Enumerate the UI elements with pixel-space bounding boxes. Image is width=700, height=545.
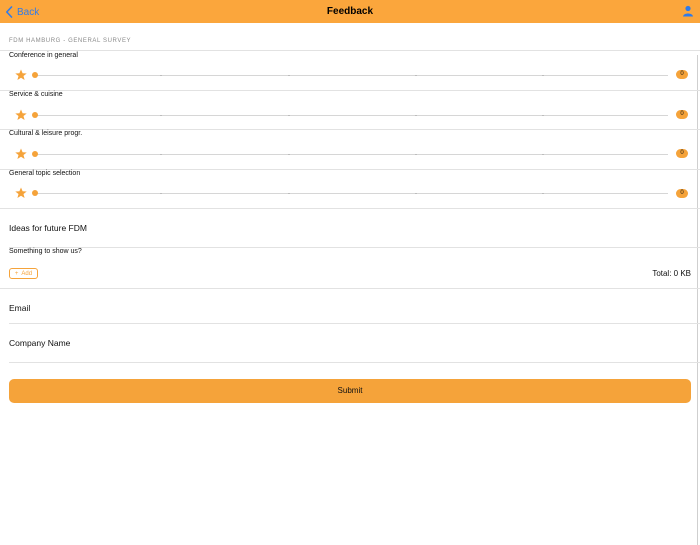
rating-label-cultural: Cultural & leisure progr. <box>9 130 83 137</box>
navigation-bar: Back Feedback <box>0 0 700 23</box>
rating-slider-service[interactable] <box>35 115 668 116</box>
star-icon <box>15 69 27 80</box>
rating-label-service: Service & cuisine <box>9 91 63 98</box>
rating-slider-conference[interactable] <box>35 75 668 76</box>
divider <box>0 90 700 91</box>
feedback-form: FDM HAMBURG - GENERAL SURVEY Conference … <box>0 23 700 545</box>
section-header: FDM HAMBURG - GENERAL SURVEY <box>9 38 132 44</box>
divider <box>0 50 700 51</box>
slider-tick <box>542 193 544 194</box>
slider-tick <box>415 193 417 194</box>
rating-label-conference: Conference in general <box>9 52 78 59</box>
rating-slider-cultural[interactable] <box>35 154 668 155</box>
slider-tick <box>288 154 290 155</box>
page-title: Feedback <box>326 6 374 17</box>
company-name-field[interactable]: Company Name <box>9 338 70 348</box>
star-icon <box>15 109 27 120</box>
slider-tick <box>415 115 417 116</box>
email-field[interactable]: Email <box>9 303 30 313</box>
plus-icon: + <box>14 270 19 277</box>
slider-tick <box>288 193 290 194</box>
add-label: Add <box>21 270 33 277</box>
user-icon[interactable] <box>682 5 694 17</box>
rating-value-badge: 0 <box>676 70 688 79</box>
slider-tick <box>542 115 544 116</box>
slider-tick <box>160 115 162 116</box>
divider <box>0 288 700 289</box>
attachments-total: Total: 0 KB <box>652 269 691 278</box>
rating-value-badge: 0 <box>676 110 688 119</box>
rating-value-badge: 0 <box>676 189 688 198</box>
slider-tick <box>160 154 162 155</box>
slider-thumb[interactable] <box>32 151 38 157</box>
slider-tick <box>415 75 417 76</box>
add-attachment-button[interactable]: + Add <box>9 268 38 279</box>
slider-tick <box>160 75 162 76</box>
slider-thumb[interactable] <box>32 72 38 78</box>
slider-tick <box>415 154 417 155</box>
ideas-field[interactable]: Ideas for future FDM <box>9 223 87 233</box>
divider <box>0 129 700 130</box>
slider-tick <box>288 115 290 116</box>
divider <box>0 208 700 209</box>
rating-slider-topics[interactable] <box>35 193 668 194</box>
star-icon <box>15 187 27 198</box>
slider-tick <box>160 193 162 194</box>
attachments-label: Something to show us? <box>9 248 82 255</box>
divider <box>0 169 700 170</box>
slider-tick <box>542 75 544 76</box>
slider-thumb[interactable] <box>32 190 38 196</box>
rating-label-topics: General topic selection <box>9 170 81 177</box>
slider-thumb[interactable] <box>32 112 38 118</box>
divider <box>9 362 700 363</box>
slider-tick <box>542 154 544 155</box>
rating-value-badge: 0 <box>676 149 688 158</box>
slider-tick <box>288 75 290 76</box>
star-icon <box>15 148 27 159</box>
submit-button[interactable]: Submit <box>9 379 691 403</box>
divider <box>9 247 700 248</box>
divider <box>9 323 700 324</box>
